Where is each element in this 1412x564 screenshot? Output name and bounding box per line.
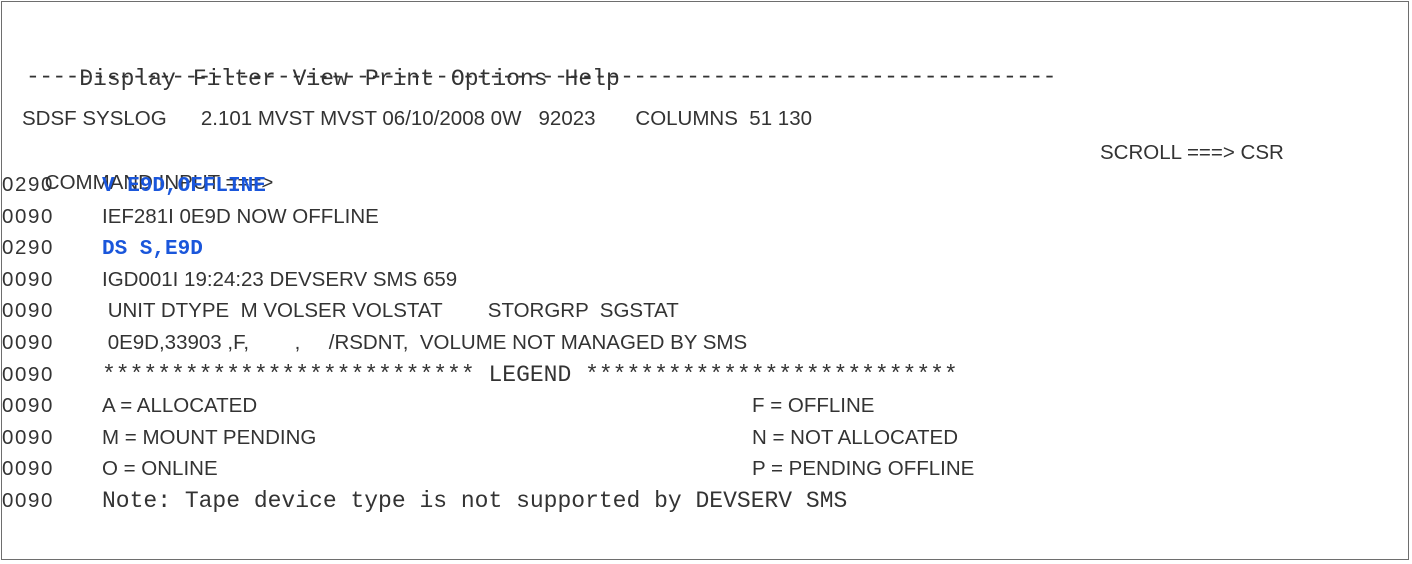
command-line: COMMAND INPUT ===> SCROLL ===> CSR [22, 138, 1284, 194]
log-line: 0090 M = MOUNT PENDING N = NOT ALLOCATED [2, 423, 958, 453]
operator-command: V E9D,OFFLINE [102, 175, 266, 198]
log-line-number: 0090 [2, 394, 55, 418]
log-line-number: 0090 [2, 331, 55, 354]
log-message: IGD001I 19:24:23 DEVSERV SMS 659 [102, 267, 458, 291]
log-line: 0090 O = ONLINE P = PENDING OFFLINE [2, 454, 974, 484]
log-line: 0090 *************************** LEGEND *… [2, 360, 958, 390]
log-message: 0E9D,33903 ,F, , /RSDNT, VOLUME NOT MANA… [102, 331, 748, 354]
log-line: 0090 IEF281I 0E9D NOW OFFLINE [2, 202, 379, 232]
scroll-field[interactable]: SCROLL ===> CSR [1100, 138, 1284, 168]
log-line-number: 0090 [2, 204, 55, 228]
legend-entry: M = MOUNT PENDING [102, 425, 317, 449]
log-line-number: 0090 [2, 267, 55, 291]
log-line: 0090 0E9D,33903 ,F, , /RSDNT, VOLUME NOT… [2, 328, 747, 358]
log-line: 0290 DS S,E9D [2, 233, 203, 263]
log-line-number: 0290 [2, 236, 55, 260]
log-line: 0290 V E9D,OFFLINE [2, 170, 266, 200]
operator-command: DS S,E9D [102, 238, 203, 262]
log-message: IEF281I 0E9D NOW OFFLINE [102, 204, 379, 228]
log-line: 0090 A = ALLOCATED F = OFFLINE [2, 391, 874, 421]
log-line-number: 0090 [2, 425, 55, 449]
log-line: 0090 UNIT DTYPE M VOLSER VOLSTAT STORGRP… [2, 296, 679, 326]
log-message: Note: Tape device type is not supported … [102, 488, 848, 514]
sdsf-terminal-screen: Display Filter View Print Options Help ------… [1, 1, 1409, 560]
log-message: *************************** LEGEND *****… [102, 361, 958, 388]
menu-separator: ----------------------------------------… [26, 64, 1056, 90]
panel-title-line: SDSF SYSLOG 2.101 MVST MVST 06/10/2008 0… [22, 107, 813, 130]
log-message: UNIT DTYPE M VOLSER VOLSTAT STORGRP SGST… [102, 299, 679, 323]
log-line-number: 0290 [2, 173, 55, 196]
legend-entry: O = ONLINE [102, 457, 218, 481]
legend-entry: P = PENDING OFFLINE [752, 457, 975, 481]
log-line-number: 0090 [2, 362, 55, 386]
legend-entry: N = NOT ALLOCATED [752, 425, 959, 449]
log-line-number: 0090 [2, 299, 55, 323]
legend-entry: F = OFFLINE [752, 394, 875, 418]
log-line-number: 0090 [2, 489, 55, 512]
log-line-number: 0090 [2, 457, 55, 481]
log-line: 0090 IGD001I 19:24:23 DEVSERV SMS 659 [2, 265, 457, 295]
menu-bar: Display Filter View Print Options Help [24, 34, 620, 92]
legend-entry: A = ALLOCATED [102, 394, 258, 418]
log-line: 0090 Note: Tape device type is not suppor… [2, 486, 847, 516]
